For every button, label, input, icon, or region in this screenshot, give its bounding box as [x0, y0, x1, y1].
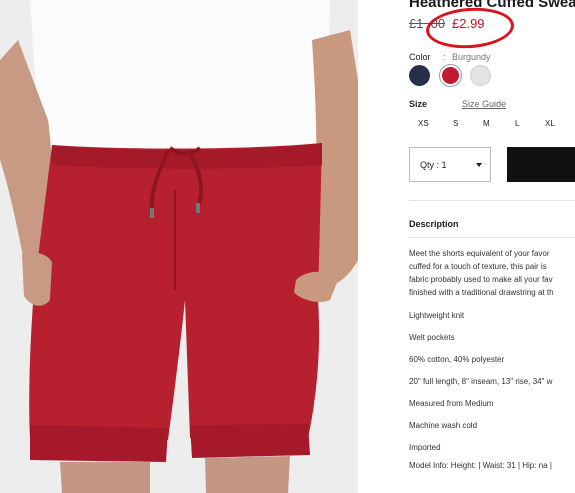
product-image: [0, 0, 358, 493]
color-label: Color: [409, 52, 431, 62]
swatch-burgundy[interactable]: [440, 65, 461, 86]
description-line: finished with a traditional drawstring a…: [409, 288, 554, 297]
red-annotation-circle: [424, 4, 516, 52]
color-separator: :: [443, 52, 446, 62]
size-label: Size: [409, 99, 428, 109]
size-options: XS S M L XL: [409, 119, 575, 131]
detail-item: Lightweight knit: [409, 311, 465, 320]
detail-item: Model Info: Height: | Waist: 31 | Hip: n…: [409, 461, 552, 470]
caret-down-icon: [476, 163, 482, 167]
detail-item: Machine wash cold: [409, 421, 478, 430]
add-to-bag-button[interactable]: [507, 147, 575, 182]
size-option-m[interactable]: M: [483, 119, 490, 128]
description-line: cuffed for a touch of texture, this pair…: [409, 262, 547, 271]
product-photo: [0, 0, 358, 493]
quantity-select[interactable]: Qty : 1: [409, 147, 491, 182]
detail-item: Imported: [409, 443, 441, 452]
detail-item: 60% cotton, 40% polyester: [409, 355, 505, 364]
section-divider: [409, 237, 575, 238]
detail-item: Welt pockets: [409, 333, 455, 342]
size-guide-link[interactable]: Size Guide: [462, 99, 506, 109]
detail-item: Measured from Medium: [409, 399, 494, 408]
description-heading: Description: [409, 219, 459, 229]
description-line: Meet the shorts equivalent of your favor: [409, 249, 550, 258]
detail-item: 20" full length, 8" inseam, 13" rise, 34…: [409, 377, 553, 386]
size-option-xs[interactable]: XS: [418, 119, 429, 128]
size-option-xl[interactable]: XL: [545, 119, 555, 128]
swatch-grey[interactable]: [470, 65, 491, 86]
section-divider: [409, 200, 575, 201]
description-line: fabric probably used to make all your fa…: [409, 275, 553, 284]
quantity-value: Qty : 1: [420, 160, 447, 170]
description-paragraph: Meet the shorts equivalent of your favor…: [409, 247, 575, 299]
product-details-panel: Heathered Cuffed Sweat £1 .00 £2.99 Colo…: [358, 0, 575, 493]
selected-color: Burgundy: [452, 52, 491, 62]
size-option-l[interactable]: L: [515, 119, 519, 128]
swatch-navy[interactable]: [409, 65, 430, 86]
size-option-s[interactable]: S: [453, 119, 458, 128]
